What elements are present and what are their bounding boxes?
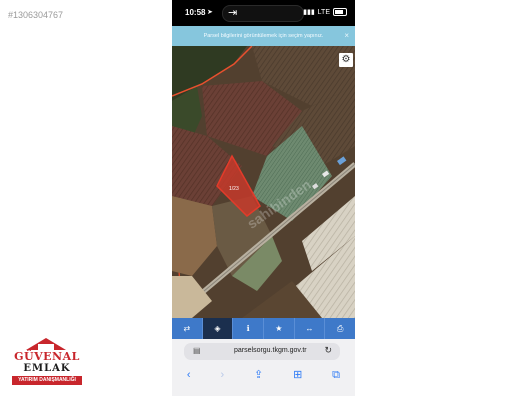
network-label: LTE: [317, 8, 330, 16]
reload-icon[interactable]: ↻: [324, 345, 332, 356]
gear-icon[interactable]: ⚙: [339, 53, 353, 67]
address-bar[interactable]: ▤ parselsorgu.tkgm.gov.tr ↻: [184, 343, 340, 360]
logo-line2: EMLAK: [23, 363, 71, 374]
logo-line1: GÜVENAL: [14, 350, 80, 363]
map-toolbar: ⇄ ◈ ℹ ★ ↔ ⎙: [172, 318, 355, 339]
return-icon: ⇥: [228, 7, 238, 19]
close-icon[interactable]: ×: [344, 26, 349, 46]
toolbar-print-button[interactable]: ⎙: [325, 318, 355, 339]
toolbar-locate-button[interactable]: ◈: [202, 318, 234, 339]
phone-screenshot: 10:58 ➤ ⇥ ▮▮▮ LTE Parsel bilgilerini gör…: [172, 0, 355, 396]
forward-icon[interactable]: ›: [220, 365, 224, 385]
company-logo: GÜVENAL EMLAK YATIRIM DANIŞMANLIĞI: [8, 338, 86, 388]
location-icon: ➤: [207, 9, 213, 16]
parcel-label: 1/23: [229, 186, 239, 192]
signal-icon: ▮▮▮: [303, 9, 315, 16]
back-icon[interactable]: ‹: [187, 365, 191, 385]
toolbar-measure-button[interactable]: ↔: [295, 318, 326, 339]
info-banner: Parsel bilgilerini görüntülemek için seç…: [172, 26, 355, 46]
browser-chrome: ▤ parselsorgu.tkgm.gov.tr ↻ ‹ › ⇪ ⊞ ⧉: [172, 339, 355, 396]
toolbar-swap-button[interactable]: ⇄: [172, 318, 203, 339]
battery-icon: [333, 8, 347, 16]
dynamic-island: ⇥: [222, 5, 304, 22]
logo-line3: YATIRIM DANIŞMANLIĞI: [12, 376, 82, 385]
tabs-icon[interactable]: ⧉: [332, 365, 340, 385]
share-icon[interactable]: ⇪: [254, 365, 263, 385]
banner-text: Parsel bilgilerini görüntülemek için seç…: [203, 33, 324, 39]
listing-id: #1306304767: [8, 10, 64, 20]
map-imagery: [172, 46, 355, 318]
toolbar-favorite-button[interactable]: ★: [264, 318, 295, 339]
page-menu-icon[interactable]: ▤: [193, 346, 201, 355]
browser-nav: ‹ › ⇪ ⊞ ⧉: [172, 365, 355, 385]
bookmarks-icon[interactable]: ⊞: [293, 365, 302, 385]
url-text: parselsorgu.tkgm.gov.tr: [234, 347, 307, 354]
toolbar-info-button[interactable]: ℹ: [233, 318, 265, 339]
status-indicators: ▮▮▮ LTE: [303, 8, 347, 16]
satellite-map[interactable]: 1/23 sahibinden ⚙: [172, 46, 355, 318]
status-bar: 10:58 ➤ ⇥ ▮▮▮ LTE: [172, 0, 355, 26]
status-time: 10:58: [185, 8, 206, 17]
